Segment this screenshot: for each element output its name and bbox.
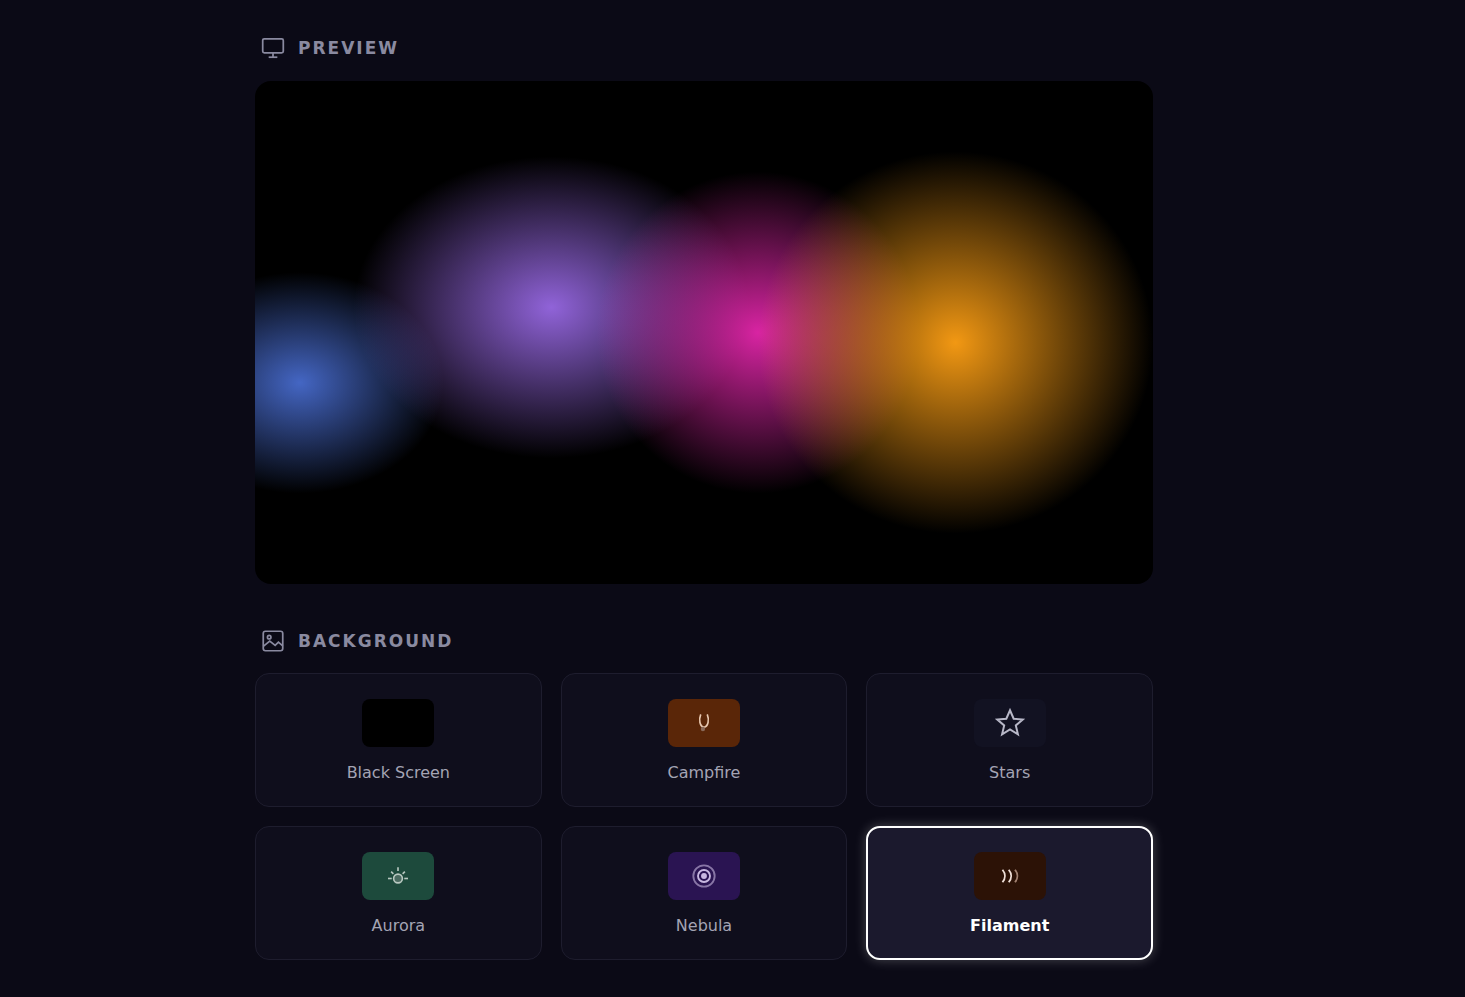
- monitor-icon: [260, 35, 286, 61]
- option-thumbnail: [362, 852, 434, 900]
- image-icon: [260, 628, 286, 654]
- option-thumbnail: [668, 852, 740, 900]
- star-icon: [993, 706, 1027, 740]
- background-option[interactable]: Stars: [866, 673, 1153, 807]
- campfire-icon: [691, 710, 717, 736]
- background-options: Black Screen Campfire Stars Aurora Nebula Fil…: [255, 673, 1153, 960]
- sunrise-icon: [383, 861, 413, 891]
- option-label: Black Screen: [347, 763, 450, 782]
- settings-page: PREVIEW BACKGROUND Black Screen Campfire Sta…: [0, 0, 1465, 997]
- background-option[interactable]: Nebula: [561, 826, 848, 960]
- option-thumbnail: [668, 699, 740, 747]
- option-label: Nebula: [676, 916, 732, 935]
- option-label: Campfire: [668, 763, 741, 782]
- preview-header: PREVIEW: [255, 34, 1153, 62]
- background-option[interactable]: Black Screen: [255, 673, 542, 807]
- background-option[interactable]: Filament: [866, 826, 1153, 960]
- nebula-icon: [688, 860, 720, 892]
- background-option[interactable]: Aurora: [255, 826, 542, 960]
- preview-title: PREVIEW: [298, 38, 399, 58]
- filament-icon: [995, 861, 1025, 891]
- option-label: Filament: [970, 916, 1049, 935]
- option-thumbnail: [974, 699, 1046, 747]
- settings-column: PREVIEW BACKGROUND Black Screen Campfire Sta…: [255, 34, 1153, 960]
- option-thumbnail: [362, 699, 434, 747]
- background-option[interactable]: Campfire: [561, 673, 848, 807]
- option-label: Aurora: [372, 916, 425, 935]
- background-title: BACKGROUND: [298, 631, 453, 651]
- background-header: BACKGROUND: [255, 627, 1153, 655]
- option-label: Stars: [989, 763, 1030, 782]
- option-thumbnail: [974, 852, 1046, 900]
- preview-frame: [255, 81, 1153, 584]
